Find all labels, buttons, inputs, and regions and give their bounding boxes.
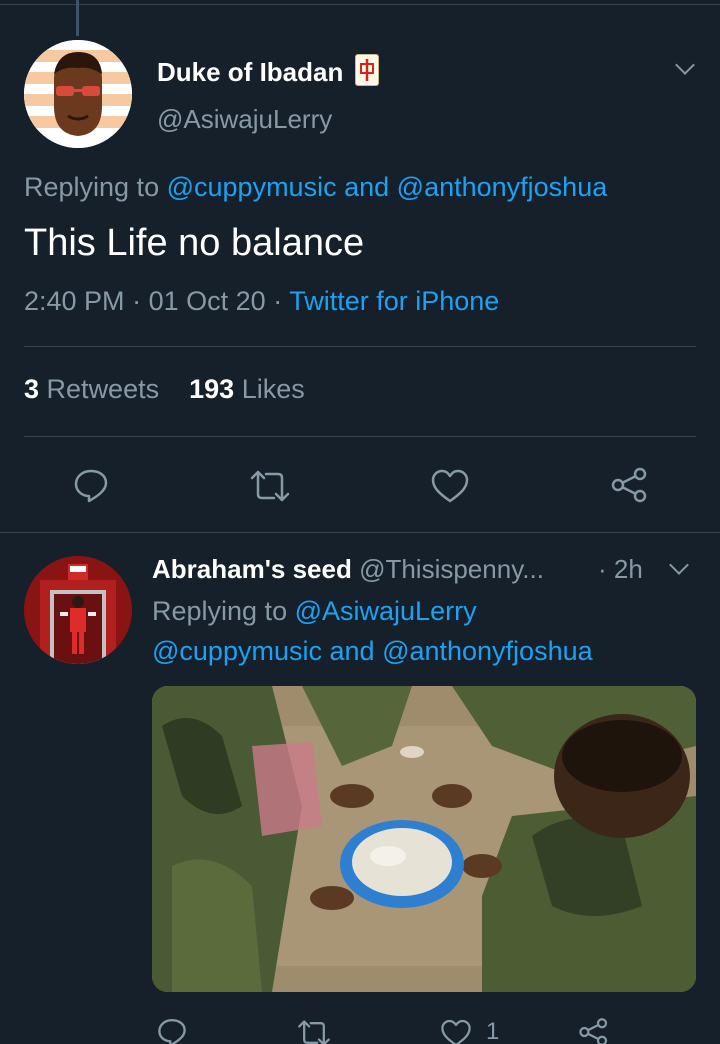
reply-button[interactable]: [156, 1016, 188, 1044]
mahjong-tile-icon: [355, 54, 380, 86]
tweet-time: · 2h: [598, 554, 643, 584]
like-count: 1: [486, 1018, 500, 1044]
tweet-time: 2:40 PM: [24, 286, 125, 316]
retweet-button[interactable]: [296, 1018, 332, 1044]
tweet-date: 01 Oct 20: [148, 286, 266, 316]
retweet-icon: [250, 470, 290, 502]
mention-link[interactable]: @cuppymusic: [152, 636, 322, 666]
reply-icon: [74, 469, 108, 503]
likes-stat[interactable]: 193 Likes: [189, 374, 305, 404]
tweet-source-link[interactable]: Twitter for iPhone: [289, 286, 499, 316]
retweet-icon: [298, 1020, 330, 1044]
thread-connector-line: [76, 0, 79, 36]
divider: [24, 346, 696, 347]
mention-link[interactable]: @cuppymusic: [167, 172, 337, 202]
tweet-meta: 2:40 PM · 01 Oct 20 · Twitter for iPhone: [24, 286, 500, 316]
retweets-stat[interactable]: 3 Retweets: [24, 374, 159, 404]
user-handle: @Thisispenny...: [359, 554, 544, 584]
avatar[interactable]: [24, 556, 132, 664]
display-name: Abraham's seed: [152, 554, 352, 584]
tweet-text: This Life no balance: [24, 222, 365, 264]
divider: [24, 436, 696, 437]
mention-link[interactable]: @anthonyfjoshua: [382, 636, 593, 666]
share-icon: [611, 467, 647, 503]
share-button[interactable]: [610, 466, 650, 509]
engagement-stats: 3 Retweets 193 Likes: [24, 374, 305, 405]
like-icon: [431, 469, 469, 503]
replying-to-line: Replying to @cuppymusic and @anthonyfjos…: [24, 172, 608, 202]
share-icon: [579, 1018, 608, 1044]
reply-button[interactable]: [72, 466, 110, 509]
avatar[interactable]: [24, 40, 132, 148]
replying-to-line-2: @cuppymusic and @anthonyfjoshua: [152, 636, 593, 666]
display-name[interactable]: Duke of Ibadan: [157, 54, 380, 88]
mention-link[interactable]: @AsiwajuLerry: [295, 596, 477, 626]
reply-icon: [158, 1019, 186, 1044]
like-button[interactable]: [440, 1018, 472, 1044]
divider: [0, 532, 720, 533]
tweet-photo[interactable]: [152, 686, 696, 992]
reply-author[interactable]: Abraham's seed @Thisispenny...: [152, 554, 544, 585]
share-button[interactable]: [578, 1016, 610, 1044]
top-divider: [0, 4, 720, 5]
retweet-button[interactable]: [248, 468, 292, 509]
user-handle[interactable]: @AsiwajuLerry: [157, 104, 332, 135]
chevron-down-icon[interactable]: [669, 555, 689, 575]
like-button[interactable]: [430, 468, 470, 509]
mention-link[interactable]: @anthonyfjoshua: [397, 172, 608, 202]
like-icon: [441, 1019, 471, 1044]
chevron-down-icon[interactable]: [675, 55, 695, 75]
replying-to-line: Replying to @AsiwajuLerry: [152, 596, 477, 626]
